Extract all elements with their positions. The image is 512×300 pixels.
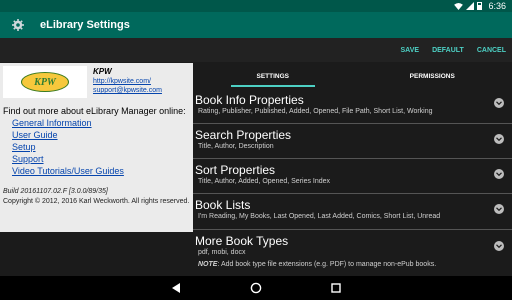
- navigation-bar: [0, 276, 512, 300]
- tab-bar: SETTINGS PERMISSIONS: [193, 63, 512, 89]
- pref-title: Book Lists: [195, 198, 251, 212]
- pref-summary: Title, Author, Description: [198, 143, 274, 150]
- action-bar: SAVE DEFAULT CANCEL: [0, 38, 512, 62]
- signal-icon: [466, 2, 475, 10]
- pref-sort-properties[interactable]: Sort Properties Title, Author, Added, Op…: [193, 159, 512, 194]
- chevron-down-icon[interactable]: [494, 241, 504, 251]
- title-bar: eLibrary Settings: [0, 12, 512, 38]
- chevron-down-icon[interactable]: [494, 134, 504, 144]
- chevron-down-icon[interactable]: [494, 204, 504, 214]
- pref-more-book-types[interactable]: More Book Types pdf, mobi, docx NOTE: Ad…: [193, 230, 512, 276]
- pref-summary: pdf, mobi, docx: [198, 249, 246, 256]
- pref-title: Sort Properties: [195, 163, 276, 177]
- save-button[interactable]: SAVE: [401, 47, 420, 54]
- status-time: 6:36: [488, 1, 506, 11]
- about-pane: KPW KPW http://kpwsite.com/ support@kpws…: [0, 63, 193, 232]
- copyright-text: Copyright © 2012, 2016 Karl Weckworth. A…: [3, 198, 190, 205]
- status-icons: [454, 2, 483, 10]
- contact-name: KPW: [93, 67, 112, 76]
- pref-summary: Rating, Publisher, Published, Added, Ope…: [198, 108, 433, 115]
- pref-summary: I'm Reading, My Books, Last Opened, Last…: [198, 213, 441, 220]
- link-setup[interactable]: Setup: [12, 141, 190, 153]
- preference-list: Book Info Properties Rating, Publisher, …: [193, 89, 512, 276]
- tab-settings[interactable]: SETTINGS: [193, 63, 353, 89]
- home-icon[interactable]: [250, 282, 262, 294]
- info-links: General Information User Guide Setup Sup…: [12, 117, 190, 177]
- default-button[interactable]: DEFAULT: [432, 47, 464, 54]
- pref-summary: Title, Author, Added, Opened, Series Ind…: [198, 178, 331, 185]
- pref-search-properties[interactable]: Search Properties Title, Author, Descrip…: [193, 124, 512, 159]
- link-support[interactable]: Support: [12, 153, 190, 165]
- pref-note: NOTE: Add book type file extensions (e.g…: [198, 260, 512, 269]
- chevron-down-icon[interactable]: [494, 169, 504, 179]
- link-video-tutorials[interactable]: Video Tutorials/User Guides: [12, 165, 190, 177]
- note-text: : Add book type file extensions (e.g. PD…: [217, 261, 437, 268]
- logo-container: KPW: [3, 66, 87, 98]
- gear-icon[interactable]: [12, 19, 24, 31]
- kpw-logo: KPW: [21, 72, 69, 92]
- tab-permissions[interactable]: PERMISSIONS: [353, 63, 512, 89]
- note-label: NOTE: [198, 261, 218, 268]
- link-general-information[interactable]: General Information: [12, 117, 190, 129]
- website-link[interactable]: http://kpwsite.com/: [93, 77, 162, 86]
- contact-info: KPW http://kpwsite.com/ support@kpwsite.…: [93, 66, 162, 98]
- build-number: Build 20161107.02.F [3.0.0/89/35]: [3, 188, 108, 195]
- chevron-down-icon[interactable]: [494, 98, 504, 108]
- pref-title: Book Info Properties: [195, 93, 304, 107]
- link-user-guide[interactable]: User Guide: [12, 129, 190, 141]
- pref-title: More Book Types: [195, 234, 289, 248]
- status-bar: 6:36: [0, 0, 512, 12]
- recents-icon[interactable]: [330, 282, 342, 294]
- email-link[interactable]: support@kpwsite.com: [93, 86, 162, 95]
- pref-book-info-properties[interactable]: Book Info Properties Rating, Publisher, …: [193, 89, 512, 124]
- wifi-icon: [454, 2, 464, 10]
- pref-book-lists[interactable]: Book Lists I'm Reading, My Books, Last O…: [193, 194, 512, 230]
- battery-icon: [477, 2, 483, 10]
- pref-title: Search Properties: [195, 128, 292, 142]
- back-icon[interactable]: [170, 282, 182, 294]
- find-out-text: Find out more about eLibrary Manager onl…: [3, 106, 186, 116]
- page-title: eLibrary Settings: [40, 19, 130, 31]
- cancel-button[interactable]: CANCEL: [477, 47, 506, 54]
